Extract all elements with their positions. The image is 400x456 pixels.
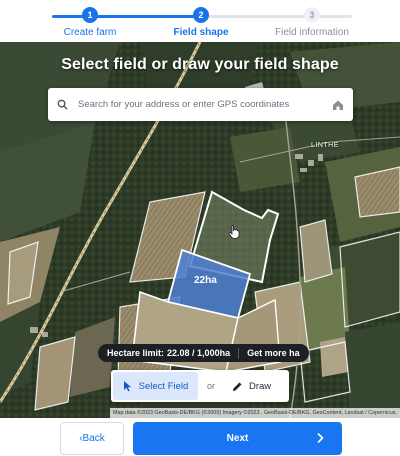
step-number: 2 xyxy=(193,7,209,23)
next-label: Next xyxy=(226,433,249,444)
home-icon[interactable] xyxy=(323,88,353,121)
back-button[interactable]: ‹Back xyxy=(60,422,124,455)
step-label: Field information xyxy=(275,27,349,38)
step-label: Create farm xyxy=(63,27,117,38)
search-icon xyxy=(48,88,76,121)
field-tool-selector: Select Field or Draw xyxy=(111,370,289,402)
next-button[interactable]: Next xyxy=(133,422,342,455)
select-field-label: Select Field xyxy=(138,380,189,392)
draw-button[interactable]: Draw xyxy=(224,372,279,400)
selected-field-area-label: 22ha xyxy=(194,275,217,286)
map-attribution: Map data ©2023 GeoBasis-DE/BKG (©2009) I… xyxy=(110,408,400,418)
get-more-ha-link[interactable]: Get more ha xyxy=(247,348,300,358)
hectare-limit-label: Hectare limit: xyxy=(107,348,165,358)
or-separator: or xyxy=(206,381,215,391)
step-field-shape[interactable]: 2 Field shape xyxy=(146,7,256,38)
cursor-arrow-icon xyxy=(123,380,133,392)
address-search-box[interactable] xyxy=(48,88,353,121)
wizard-footer: ‹Back Next xyxy=(0,418,400,456)
step-create-farm[interactable]: 1 Create farm xyxy=(35,7,145,38)
step-number: 3 xyxy=(304,7,320,23)
step-label: Field shape xyxy=(173,27,229,38)
chevron-right-icon xyxy=(316,432,324,447)
hand-cursor-icon xyxy=(228,225,240,244)
pencil-icon xyxy=(232,381,243,392)
satellite-map[interactable]: Select field or draw your field shape LI… xyxy=(0,42,400,418)
progress-stepper: 1 Create farm 2 Field shape 3 Field info… xyxy=(0,0,400,42)
place-name-label: LINTHE xyxy=(311,142,339,149)
step-field-information: 3 Field information xyxy=(257,7,367,38)
divider xyxy=(238,347,240,359)
select-field-button[interactable]: Select Field xyxy=(113,372,198,400)
address-search-input[interactable] xyxy=(76,99,323,110)
draw-label: Draw xyxy=(249,380,272,392)
step-number: 1 xyxy=(82,7,98,23)
map-heading: Select field or draw your field shape xyxy=(61,56,339,73)
hectare-limit-value: 22.08 / 1,000ha xyxy=(167,348,231,358)
hectare-limit-bar: Hectare limit: 22.08 / 1,000ha Get more … xyxy=(98,344,309,362)
